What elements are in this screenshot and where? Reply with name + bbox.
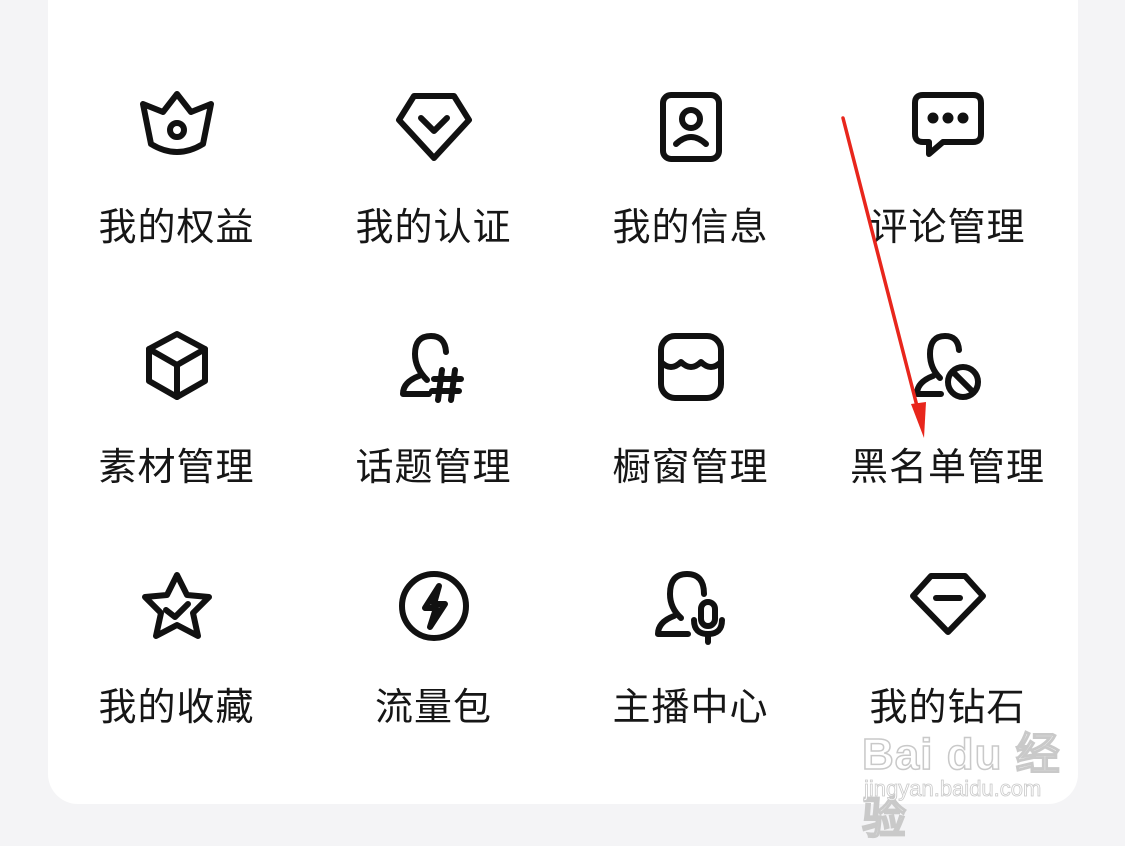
- grid-item-comment-management[interactable]: 评论管理: [819, 0, 1076, 249]
- grid-item-label: 我的收藏: [98, 685, 255, 729]
- storefront-icon: [646, 322, 736, 412]
- grid-item-label: 我的钻石: [869, 685, 1026, 729]
- grid-item-streamer-center[interactable]: 主播中心: [562, 480, 819, 729]
- grid-item-my-diamonds[interactable]: 我的钻石: [819, 480, 1076, 729]
- grid-item-traffic-package[interactable]: 流量包: [305, 480, 562, 729]
- cube-icon: [132, 322, 222, 412]
- star-check-icon: [132, 562, 222, 652]
- user-hashtag-icon: [389, 322, 479, 412]
- grid-item-showcase-management[interactable]: 橱窗管理: [562, 240, 819, 489]
- grid-item-my-favorites[interactable]: 我的收藏: [48, 480, 305, 729]
- user-mic-icon: [646, 562, 736, 652]
- grid-item-label: 主播中心: [612, 685, 769, 729]
- comment-icon: [903, 82, 993, 172]
- grid-item-my-info[interactable]: 我的信息: [562, 0, 819, 249]
- grid-item-my-certification[interactable]: 我的认证: [305, 0, 562, 249]
- diamond-icon: [903, 562, 993, 652]
- crown-icon: [132, 82, 222, 172]
- verified-badge-icon: [389, 82, 479, 172]
- user-block-icon: [903, 322, 993, 412]
- lightning-icon: [389, 562, 479, 652]
- grid-item-topic-management[interactable]: 话题管理: [305, 240, 562, 489]
- grid-item-label: 流量包: [374, 685, 492, 729]
- grid-item-material-management[interactable]: 素材管理: [48, 240, 305, 489]
- grid-item-my-benefits[interactable]: 我的权益: [48, 0, 305, 249]
- grid-item-blacklist-management[interactable]: 黑名单管理: [819, 240, 1076, 489]
- profile-card-icon: [646, 82, 736, 172]
- tools-grid: 我的权益 我的认证 我的信息 评论管理 素材管理 话题管理 橱窗管理 黑名单管理…: [48, 0, 1078, 800]
